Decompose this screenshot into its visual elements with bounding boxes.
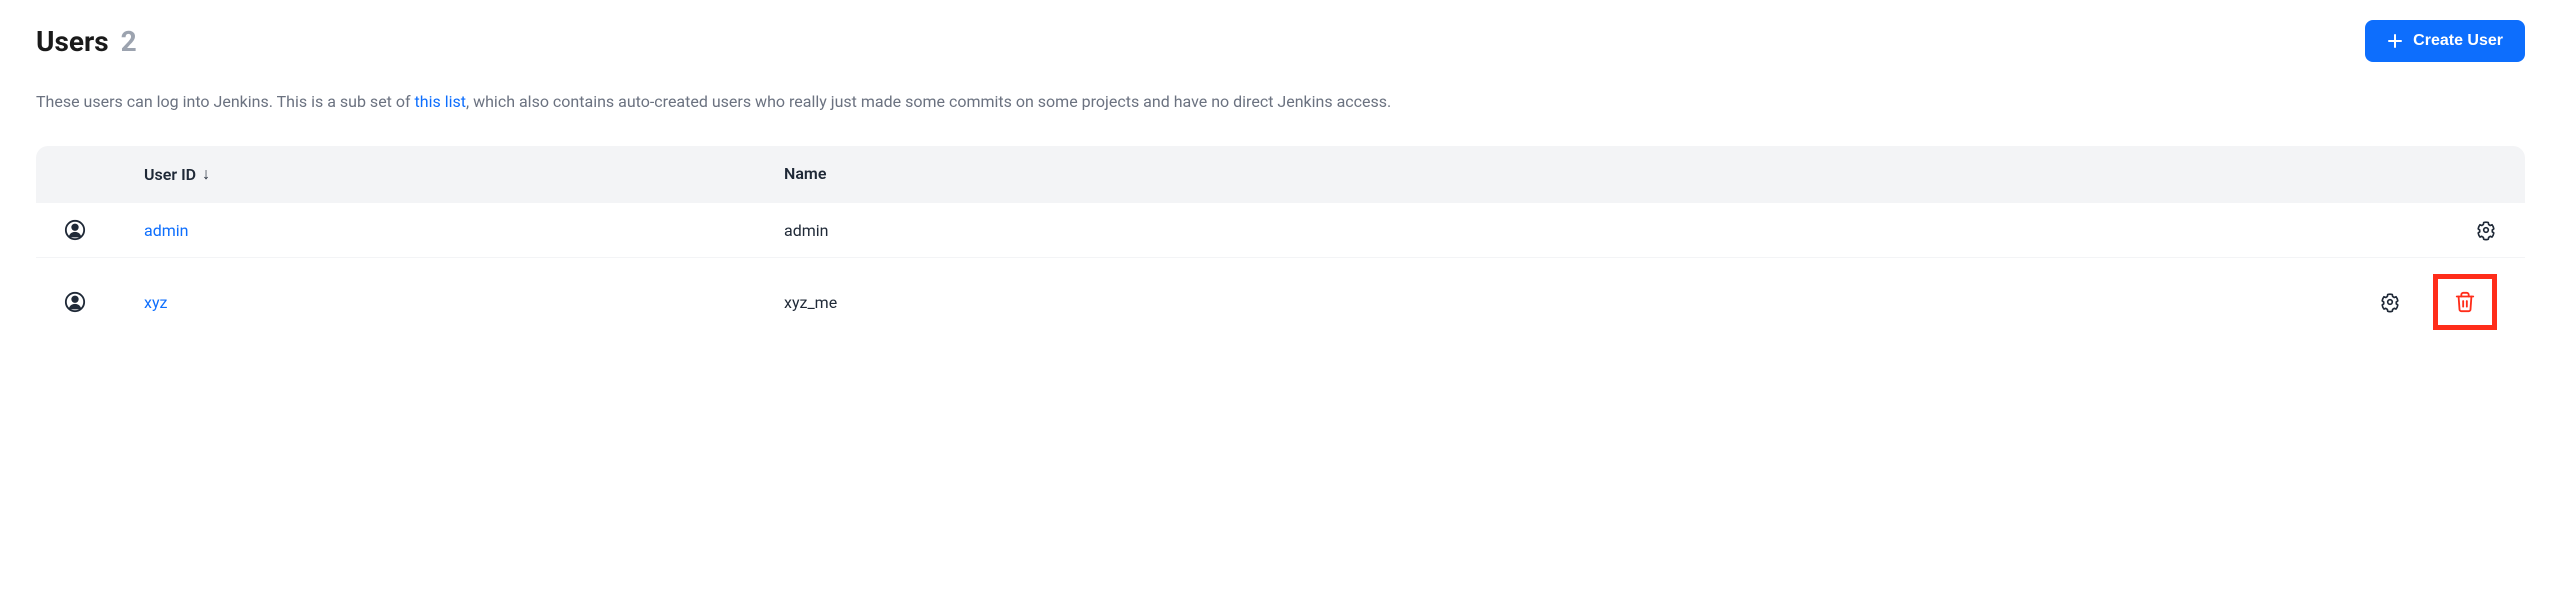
description-text: These users can log into Jenkins. This i… [36, 90, 2525, 114]
create-user-label: Create User [2413, 32, 2503, 50]
desc-before: These users can log into Jenkins. This i… [36, 92, 415, 111]
page-title: Users [36, 25, 109, 58]
userid-link[interactable]: xyz [144, 293, 167, 312]
header-icon-col [64, 164, 144, 184]
gear-icon [2379, 291, 2401, 313]
desc-after: , which also contains auto-created users… [466, 92, 1391, 111]
delete-user-button[interactable] [2454, 291, 2476, 313]
table-row: admin admin [36, 202, 2525, 257]
actions-cell [2337, 219, 2497, 241]
configure-user-button[interactable] [2475, 219, 2497, 241]
userid-cell: xyz [144, 293, 784, 312]
table-row: xyz xyz_me [36, 257, 2525, 346]
header-actions-col [2337, 164, 2497, 184]
name-cell: admin [784, 221, 2337, 240]
this-list-link[interactable]: this list [415, 92, 466, 111]
plus-icon [2387, 33, 2403, 49]
gear-icon [2475, 219, 2497, 241]
user-avatar-icon [64, 219, 144, 241]
page-header: Users 2 Create User [36, 20, 2525, 62]
title-group: Users 2 [36, 25, 137, 58]
userid-cell: admin [144, 221, 784, 240]
users-table: User ID ↓ Name admin admin xyz xyz_me [36, 146, 2525, 346]
header-userid-label: User ID [144, 165, 196, 184]
header-userid[interactable]: User ID ↓ [144, 164, 784, 184]
actions-cell [2337, 274, 2497, 330]
create-user-button[interactable]: Create User [2365, 20, 2525, 62]
user-count: 2 [121, 25, 137, 58]
delete-highlight-box [2433, 274, 2497, 330]
table-header-row: User ID ↓ Name [36, 146, 2525, 202]
sort-down-icon: ↓ [202, 164, 210, 184]
name-cell: xyz_me [784, 293, 2337, 312]
configure-user-button[interactable] [2379, 291, 2401, 313]
userid-link[interactable]: admin [144, 221, 188, 240]
trash-icon [2454, 291, 2476, 313]
user-avatar-icon [64, 291, 144, 313]
header-name[interactable]: Name [784, 164, 2337, 184]
